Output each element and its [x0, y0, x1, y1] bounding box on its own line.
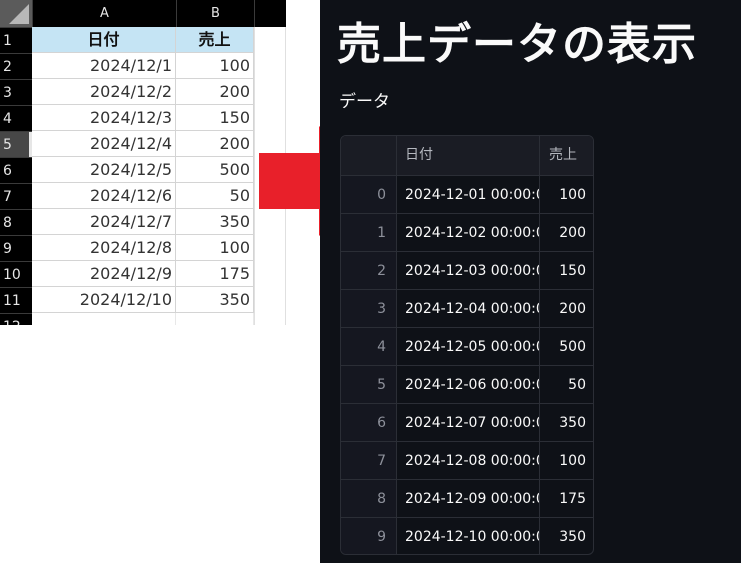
cell-b2[interactable]: 100 [176, 53, 254, 79]
row-header-6[interactable]: 6 [0, 157, 32, 183]
date-cell[interactable]: 2024-12-01 00:00:00 [397, 176, 540, 213]
cell-b12[interactable] [176, 313, 254, 325]
row-index: 4 [341, 328, 397, 365]
sales-cell[interactable]: 350 [540, 518, 593, 554]
table-row[interactable]: 1 2024-12-02 00:00:00 200 [341, 213, 593, 251]
sales-cell[interactable]: 100 [540, 442, 593, 479]
cell-b8[interactable]: 350 [176, 209, 254, 235]
column-header-b[interactable]: B [176, 0, 254, 27]
row-index: 2 [341, 252, 397, 289]
row-index: 0 [341, 176, 397, 213]
sales-cell[interactable]: 200 [540, 214, 593, 251]
subheader: データ [339, 92, 390, 112]
cell-b3[interactable]: 200 [176, 79, 254, 105]
row-header-7[interactable]: 7 [0, 183, 32, 209]
column-header-date[interactable]: 日付 [397, 136, 540, 175]
table-row[interactable]: 2 2024-12-03 00:00:00 150 [341, 251, 593, 289]
table-row[interactable]: 5 2024-12-06 00:00:00 50 [341, 365, 593, 403]
row-header-3[interactable]: 3 [0, 79, 32, 105]
select-all-corner[interactable] [0, 0, 32, 27]
streamlit-app: 売上データの表示 データ 日付 売上 0 2024-12-01 00:00:00… [320, 0, 741, 563]
sales-cell[interactable]: 150 [540, 252, 593, 289]
row-index: 3 [341, 290, 397, 327]
row-header-11[interactable]: 11 [0, 287, 32, 313]
row-index: 8 [341, 480, 397, 517]
date-cell[interactable]: 2024-12-06 00:00:00 [397, 366, 540, 403]
cell-b6[interactable]: 500 [176, 157, 254, 183]
date-cell[interactable]: 2024-12-10 00:00:00 [397, 518, 540, 554]
cell-b7[interactable]: 50 [176, 183, 254, 209]
cell-a10[interactable]: 2024/12/9 [32, 261, 176, 287]
column-header-c[interactable] [254, 0, 286, 27]
date-cell[interactable]: 2024-12-03 00:00:00 [397, 252, 540, 289]
row-index: 9 [341, 518, 397, 554]
date-cell[interactable]: 2024-12-07 00:00:00 [397, 404, 540, 441]
sales-cell[interactable]: 175 [540, 480, 593, 517]
sales-cell[interactable]: 500 [540, 328, 593, 365]
row-header-5-label: 5 [3, 137, 12, 153]
sales-cell[interactable]: 50 [540, 366, 593, 403]
table-row[interactable]: 8 2024-12-09 00:00:00 175 [341, 479, 593, 517]
row-header-8[interactable]: 8 [0, 209, 32, 235]
cell-a7[interactable]: 2024/12/6 [32, 183, 176, 209]
cell-a4[interactable]: 2024/12/3 [32, 105, 176, 131]
column-header-bar: A B [0, 0, 286, 27]
cell-b5[interactable]: 200 [176, 131, 254, 157]
row-header-5[interactable]: 5 [0, 131, 32, 157]
cell-b10[interactable]: 175 [176, 261, 254, 287]
cell-a2[interactable]: 2024/12/1 [32, 53, 176, 79]
table-row[interactable]: 6 2024-12-07 00:00:00 350 [341, 403, 593, 441]
date-cell[interactable]: 2024-12-09 00:00:00 [397, 480, 540, 517]
table-row[interactable]: 4 2024-12-05 00:00:00 500 [341, 327, 593, 365]
dataframe[interactable]: 日付 売上 0 2024-12-01 00:00:00 100 1 2024-1… [340, 135, 594, 555]
date-cell[interactable]: 2024-12-02 00:00:00 [397, 214, 540, 251]
cell-b9[interactable]: 100 [176, 235, 254, 261]
table-row[interactable]: 0 2024-12-01 00:00:00 100 [341, 175, 593, 213]
column-header-a[interactable]: A [32, 0, 176, 27]
table-row[interactable]: 7 2024-12-08 00:00:00 100 [341, 441, 593, 479]
row-header-10[interactable]: 10 [0, 261, 32, 287]
cell-a6[interactable]: 2024/12/5 [32, 157, 176, 183]
cell-a5[interactable]: 2024/12/4 [32, 131, 176, 157]
row-header-4[interactable]: 4 [0, 105, 32, 131]
sales-cell[interactable]: 100 [540, 176, 593, 213]
date-cell[interactable]: 2024-12-04 00:00:00 [397, 290, 540, 327]
row-index: 6 [341, 404, 397, 441]
cell-b4[interactable]: 150 [176, 105, 254, 131]
sales-cell[interactable]: 200 [540, 290, 593, 327]
date-cell[interactable]: 2024-12-08 00:00:00 [397, 442, 540, 479]
cell-a11[interactable]: 2024/12/10 [32, 287, 176, 313]
row-index: 1 [341, 214, 397, 251]
row-header-1[interactable]: 1 [0, 27, 32, 53]
date-cell[interactable]: 2024-12-05 00:00:00 [397, 328, 540, 365]
row-header-9[interactable]: 9 [0, 235, 32, 261]
row-header-12[interactable]: 12 [0, 313, 32, 325]
index-header [341, 136, 397, 175]
column-header-sales[interactable]: 売上 [540, 136, 593, 175]
cell-a12[interactable] [32, 313, 176, 325]
cell-b11[interactable]: 350 [176, 287, 254, 313]
select-all-triangle-icon [9, 4, 29, 24]
table-row[interactable]: 9 2024-12-10 00:00:00 350 [341, 517, 593, 554]
cell-a1[interactable]: 日付 [32, 27, 176, 53]
gridline [254, 27, 255, 325]
cell-a9[interactable]: 2024/12/8 [32, 235, 176, 261]
row-header-2[interactable]: 2 [0, 53, 32, 79]
page-title: 売上データの表示 [337, 19, 697, 70]
dataframe-header-row: 日付 売上 [341, 136, 593, 175]
spreadsheet: A B 1 日付 売上 2 2024/12/1 100 3 2024/12/2 … [0, 0, 286, 325]
cell-b1[interactable]: 売上 [176, 27, 254, 53]
row-index: 5 [341, 366, 397, 403]
table-row[interactable]: 3 2024-12-04 00:00:00 200 [341, 289, 593, 327]
cell-a3[interactable]: 2024/12/2 [32, 79, 176, 105]
cell-a8[interactable]: 2024/12/7 [32, 209, 176, 235]
sales-cell[interactable]: 350 [540, 404, 593, 441]
row-index: 7 [341, 442, 397, 479]
